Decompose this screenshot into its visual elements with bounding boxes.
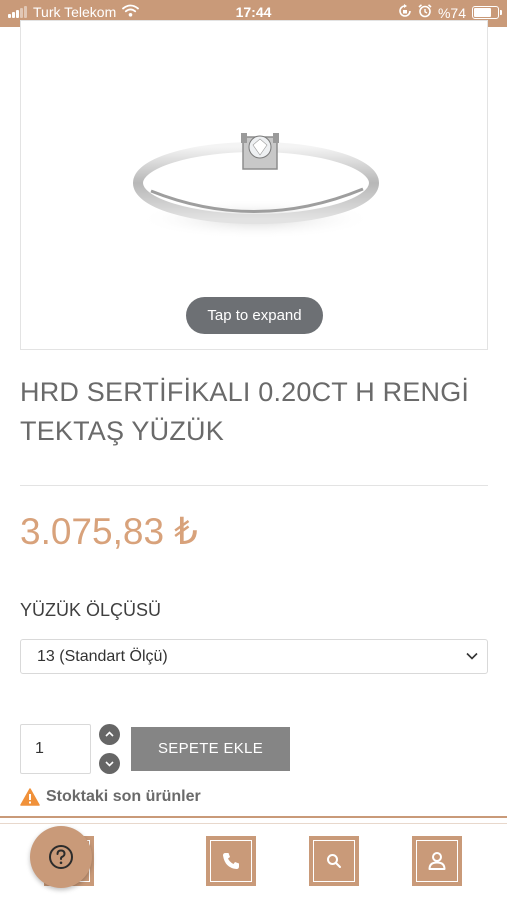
product-image[interactable]: Tap to expand [20,20,488,350]
help-icon [49,845,73,869]
battery-fill [474,8,492,17]
help-button[interactable] [30,826,92,888]
rotation-lock-icon [398,4,412,21]
battery-percent: %74 [437,4,466,21]
product-title: HRD SERTİFİKALI 0.20CT H RENGİ TEKTAŞ YÜ… [20,377,470,446]
battery-icon [472,6,502,19]
quantity-decrease-button[interactable] [99,753,120,774]
search-button[interactable] [309,836,359,886]
add-to-cart-button[interactable]: SEPETE EKLE [131,727,290,771]
divider [20,485,488,486]
product-price: 3.075,83 ₺ [20,511,198,552]
status-right: %74 [398,4,502,21]
ring-size-value: 13 (Standart Ölçü) [37,648,168,665]
alarm-icon [418,4,432,21]
phone-button[interactable] [206,836,256,886]
bottom-bar-border [0,816,507,818]
bottom-bar-border-inner [0,823,507,824]
warning-icon [20,788,40,806]
phone-icon [223,853,239,869]
chevron-up-icon [105,731,114,737]
search-icon [327,854,341,868]
user-icon [428,852,446,870]
quantity-increase-button[interactable] [99,724,120,745]
quantity-input[interactable]: 1 [20,724,91,774]
stock-notice-text: Stoktaki son ürünler [46,788,201,805]
stock-notice: Stoktaki son ürünler [20,788,201,806]
ring-image [133,133,379,239]
ring-size-select[interactable]: 13 (Standart Ölçü) [20,639,488,674]
ring-size-label: YÜZÜK ÖLÇÜSÜ [20,600,162,620]
tap-to-expand-hint[interactable]: Tap to expand [186,297,323,334]
account-button[interactable] [412,836,462,886]
chevron-down-icon [466,652,478,660]
chevron-down-icon [105,761,114,767]
